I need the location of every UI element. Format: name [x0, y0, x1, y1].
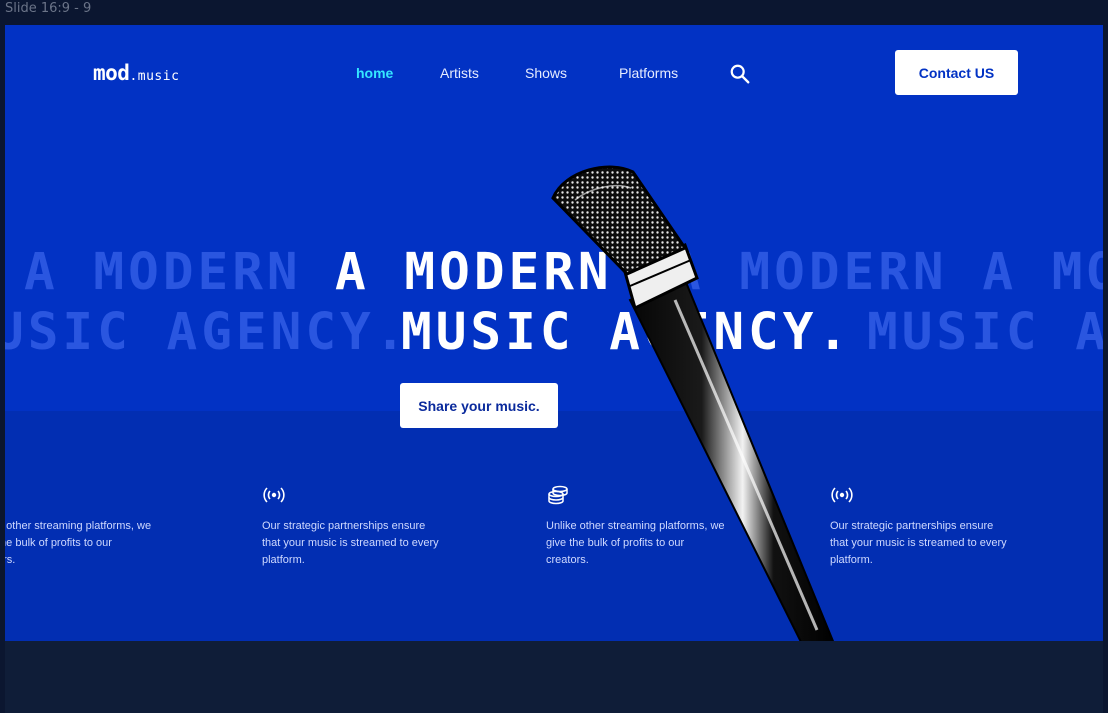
nav-artists[interactable]: Artists — [440, 65, 479, 81]
microphone-image — [551, 165, 835, 641]
feature-text: e other streaming platforms, we the bulk… — [5, 520, 152, 566]
feature-item: Our strategic partnerships ensure that y… — [262, 485, 462, 569]
footer-area — [5, 641, 1103, 713]
contact-us-button[interactable]: Contact US — [895, 50, 1018, 95]
logo[interactable]: mod.music — [93, 61, 179, 85]
canvas-label: Slide 16:9 - 9 — [5, 1, 92, 16]
ghost-text: USIC AGENCY. — [5, 303, 410, 362]
slide-frame: mod.music home Artists Shows Platforms C… — [5, 25, 1103, 641]
ghost-text: A MODERN — [24, 243, 302, 302]
broadcast-icon — [263, 487, 285, 503]
feature-text: Our strategic partnerships ensure that y… — [830, 520, 1007, 566]
feature-item: e other streaming platforms, we the bulk… — [5, 485, 197, 569]
feature-text: Our strategic partnerships ensure that y… — [262, 520, 439, 566]
ghost-text: MUSIC A — [867, 303, 1103, 362]
nav-shows[interactable]: Shows — [525, 65, 567, 81]
logo-main: mod — [93, 61, 130, 85]
search-icon[interactable] — [729, 63, 751, 85]
share-music-button[interactable]: Share your music. — [400, 383, 558, 428]
nav-home[interactable]: home — [356, 65, 393, 81]
feature-item: Our strategic partnerships ensure that y… — [830, 485, 1030, 569]
nav-platforms[interactable]: Platforms — [619, 65, 678, 81]
logo-sub: .music — [129, 69, 180, 84]
